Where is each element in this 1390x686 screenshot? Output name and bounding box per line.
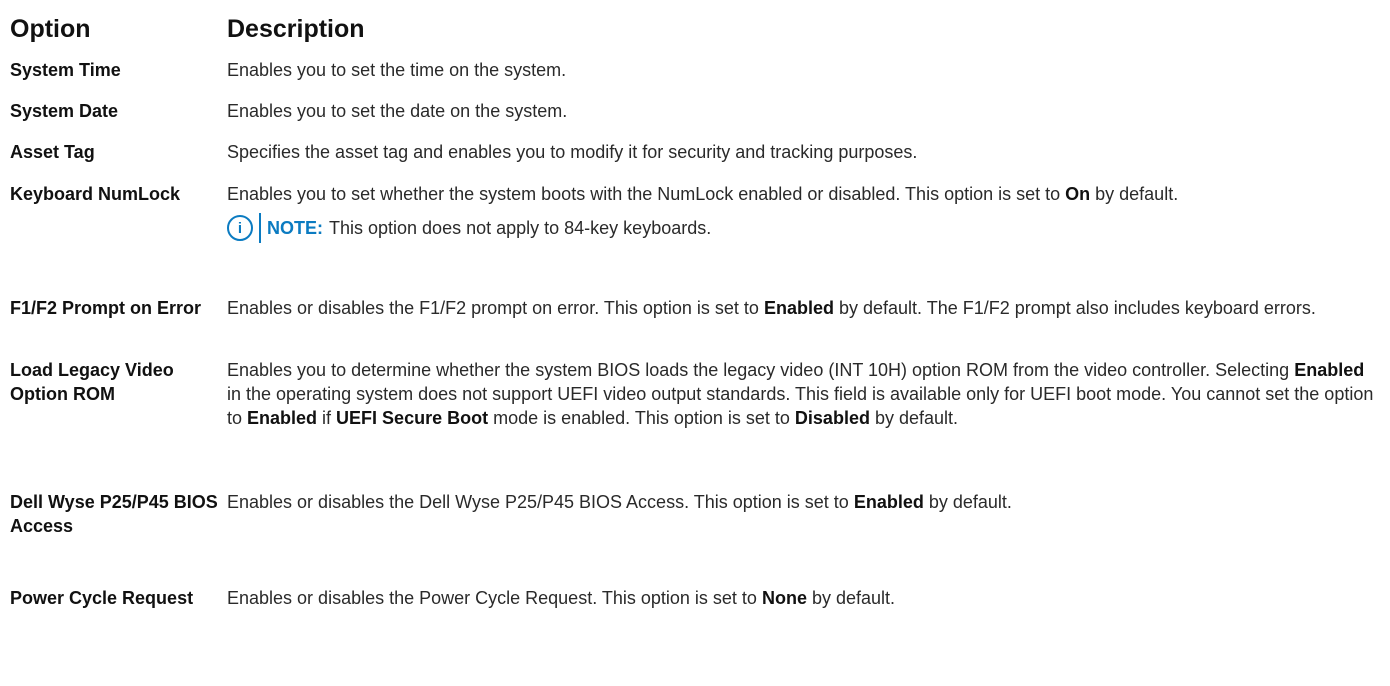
table-row: F1/F2 Prompt on Error Enables or disable… — [0, 296, 1390, 358]
option-name: Keyboard NumLock — [10, 184, 181, 204]
option-name: System Time — [10, 60, 121, 80]
table-row: Power Cycle Request Enables or disables … — [0, 586, 1390, 646]
note-callout: i NOTE: This option does not apply to 84… — [227, 213, 1382, 243]
option-description: Enables you to set the time on the syste… — [227, 60, 567, 80]
table-row: Dell Wyse P25/P45 BIOS Access Enables or… — [0, 490, 1390, 586]
option-name: Power Cycle Request — [10, 588, 194, 608]
option-description: Enables you to determine whether the sys… — [227, 360, 1374, 428]
option-description: Enables or disables the Dell Wyse P25/P4… — [227, 492, 1012, 512]
header-option: Option — [10, 15, 91, 43]
bios-options-table: Option Description System Time Enables y… — [0, 0, 1390, 686]
option-name: System Date — [10, 101, 119, 121]
option-description: Enables you to set the date on the syste… — [227, 101, 568, 121]
table-row: Keyboard NumLock Enables you to set whet… — [0, 182, 1390, 296]
option-name: F1/F2 Prompt on Error — [10, 298, 202, 318]
note-text: This option does not apply to 84-key key… — [329, 218, 712, 238]
option-description: Enables you to set whether the system bo… — [227, 182, 1390, 243]
option-description: Specifies the asset tag and enables you … — [227, 142, 918, 162]
option-name: Asset Tag — [10, 142, 95, 162]
note-divider — [259, 213, 261, 243]
table-header: Option Description — [0, 0, 1390, 58]
option-description: Enables or disables the Power Cycle Requ… — [227, 588, 896, 608]
table-row: System Date Enables you to set the date … — [0, 99, 1390, 140]
header-description: Description — [227, 15, 365, 43]
option-name: Dell Wyse P25/P45 BIOS Access — [10, 492, 218, 536]
table-row: System Time Enables you to set the time … — [0, 58, 1390, 99]
table-row: Load Legacy Video Option ROM Enables you… — [0, 358, 1390, 490]
option-name: Load Legacy Video Option ROM — [10, 360, 174, 404]
table-row: Asset Tag Specifies the asset tag and en… — [0, 140, 1390, 182]
info-icon: i — [227, 215, 253, 241]
note-label: NOTE: — [267, 218, 323, 238]
option-description: Enables or disables the F1/F2 prompt on … — [227, 298, 1316, 318]
